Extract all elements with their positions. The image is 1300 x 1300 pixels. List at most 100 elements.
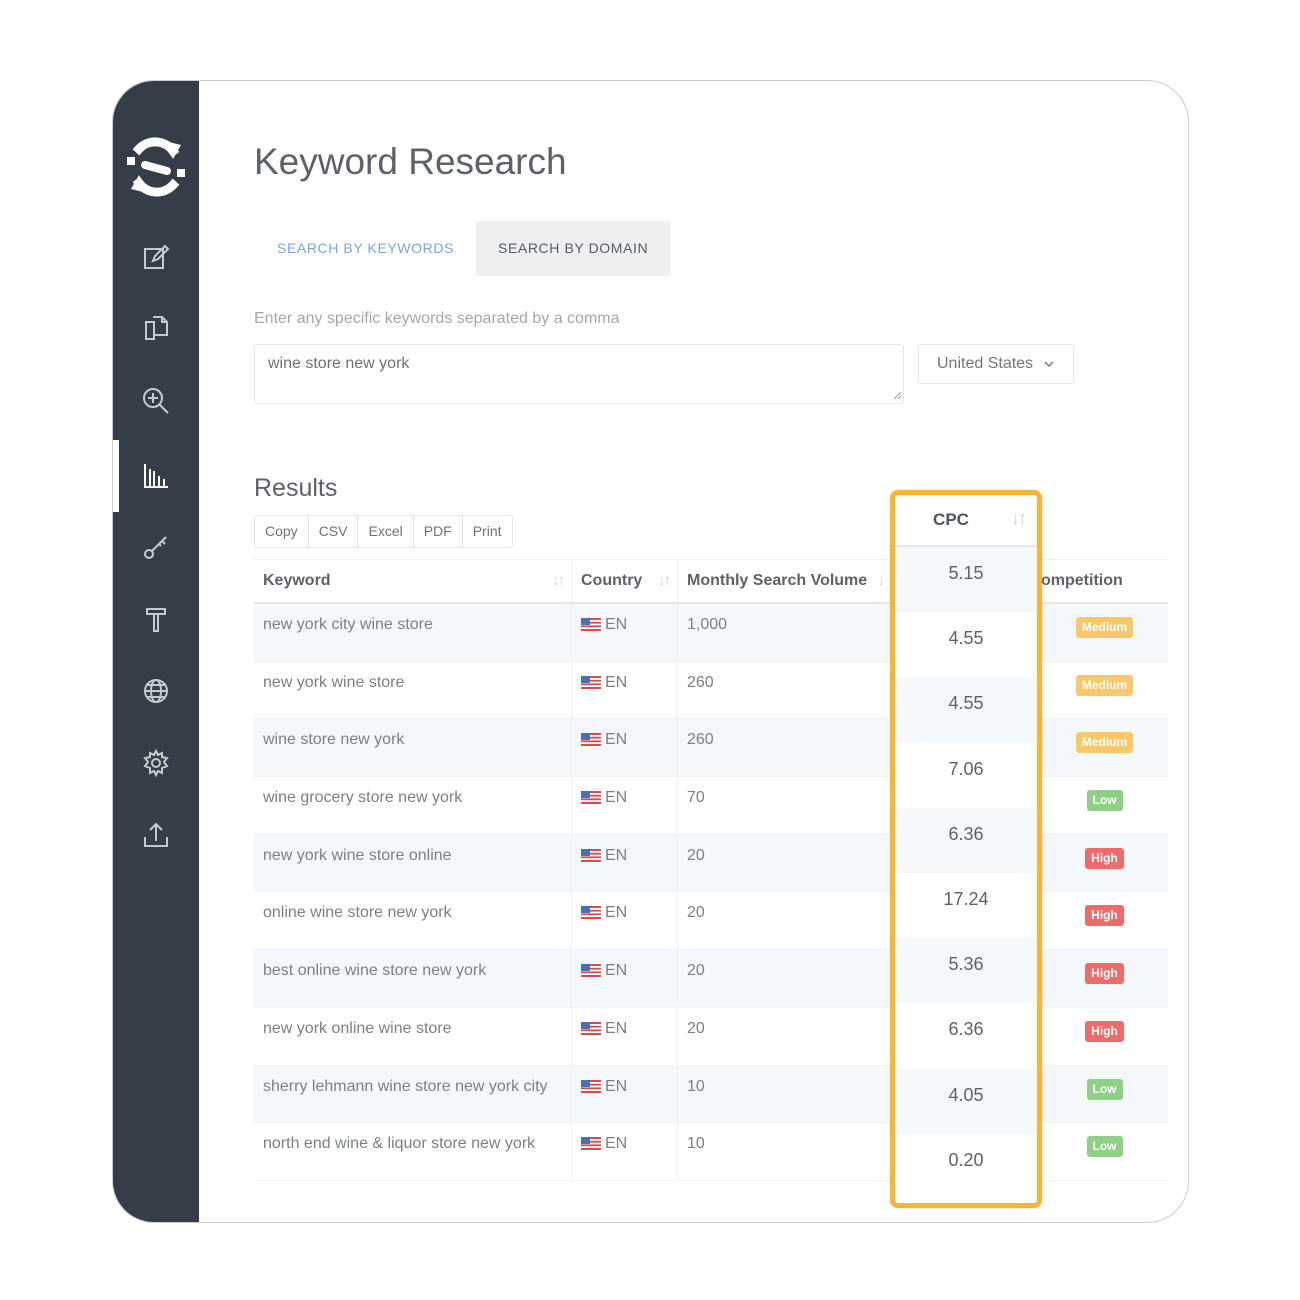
hammer-icon [146, 608, 166, 632]
competition-badge: Low [1086, 1136, 1123, 1158]
us-flag-icon [581, 1079, 601, 1093]
competition-cell: Low [1041, 777, 1168, 834]
app-window: Keyword Research SEARCH BY KEYWORDS SEAR… [112, 80, 1189, 1223]
cpc-value: 6.36 [895, 807, 1037, 873]
keyword-text: north end wine & liquor store new york [263, 1135, 536, 1153]
us-flag-icon [581, 1021, 601, 1035]
resize-grip-icon[interactable] [892, 390, 902, 400]
pdf-button[interactable]: PDF [414, 516, 463, 547]
country-select[interactable]: United States [918, 344, 1074, 384]
sidebar-item-keyword-research[interactable] [113, 440, 199, 512]
volume-cell: 1,000 [678, 604, 891, 661]
sidebar [113, 81, 199, 1222]
keyword-text: new york online wine store [263, 1019, 452, 1037]
keyword-text: new york wine store [263, 673, 405, 691]
volume-cell: 20 [678, 1008, 891, 1065]
us-flag-icon [581, 848, 601, 862]
sidebar-item-documents[interactable] [113, 298, 199, 358]
keyword-text: wine grocery store new york [263, 789, 463, 807]
sidebar-item-settings[interactable] [113, 733, 199, 793]
page-title: Keyword Research [254, 141, 567, 182]
keyword-text: sherry lehmann wine store new york city [263, 1077, 548, 1095]
chevron-down-icon [1044, 361, 1054, 368]
us-flag-icon [581, 1137, 601, 1151]
logo-icon[interactable] [125, 135, 187, 201]
sidebar-item-edit[interactable] [113, 227, 199, 287]
competition-cell: Medium [1041, 604, 1168, 661]
volume-cell: 260 [678, 719, 891, 776]
cpc-value: 0.20 [948, 1149, 984, 1170]
csv-button[interactable]: CSV [309, 516, 359, 547]
competition-badge: High [1085, 847, 1124, 869]
volume-value: 260 [687, 673, 714, 691]
keyword-text: wine store new york [263, 731, 405, 749]
sidebar-item-globe[interactable] [113, 661, 199, 721]
country-cell: EN [572, 719, 678, 777]
keyword-cell: north end wine & liquor store new york [254, 1123, 572, 1180]
country-select-value: United States [937, 355, 1034, 372]
column-header-keyword[interactable]: Keyword ↓↑ [254, 560, 572, 602]
language-code: EN [605, 673, 628, 691]
us-flag-icon [581, 675, 601, 689]
results-title: Results [254, 474, 338, 502]
column-header-country[interactable]: Country ↓↑ [572, 560, 678, 602]
us-flag-icon [581, 791, 601, 805]
volume-cell: 70 [678, 777, 891, 834]
us-flag-icon [581, 964, 601, 978]
column-header-competition[interactable]: ompetition [1041, 560, 1168, 602]
volume-cell: 20 [678, 835, 891, 892]
us-flag-icon [581, 733, 601, 747]
keyword-text: best online wine store new york [263, 962, 487, 980]
column-header-competition-label: ompetition [1041, 572, 1123, 589]
sort-icon: ↓↑ [658, 572, 671, 589]
export-button-group: Copy CSV Excel PDF Print [254, 515, 513, 548]
keywords-input[interactable]: wine store new york [254, 344, 904, 404]
column-header-volume[interactable]: Monthly Search Volume ↓ [678, 560, 891, 602]
column-header-cpc[interactable]: CPC ↓↑ [895, 495, 1037, 547]
excel-button[interactable]: Excel [358, 516, 414, 547]
country-cell: EN [572, 1065, 678, 1123]
cpc-value: 5.36 [895, 938, 1037, 1004]
sidebar-item-tools[interactable] [113, 589, 199, 649]
sidebar-item-search[interactable] [113, 371, 199, 431]
competition-badge: High [1085, 1020, 1124, 1042]
competition-cell: Low [1041, 1123, 1168, 1180]
cpc-value: 4.05 [895, 1068, 1037, 1134]
volume-value: 20 [687, 904, 705, 922]
tab-search-by-keywords[interactable]: SEARCH BY KEYWORDS [255, 221, 476, 276]
competition-cell: High [1041, 892, 1168, 949]
competition-cell: Medium [1041, 719, 1168, 776]
keyword-cell: wine store new york [254, 719, 572, 777]
upload-icon [144, 822, 168, 847]
language-code: EN [605, 616, 628, 633]
tab-search-by-domain[interactable]: SEARCH BY DOMAIN [476, 221, 671, 276]
volume-cell: 260 [678, 662, 891, 719]
competition-cell: Low [1041, 1066, 1168, 1123]
competition-cell: High [1041, 950, 1168, 1007]
country-cell: EN [572, 834, 678, 892]
volume-value: 1,000 [687, 616, 728, 633]
competition-badge: High [1085, 963, 1124, 985]
keyword-cell: new york wine store online [254, 834, 572, 892]
keyword-text: new york city wine store [263, 616, 433, 633]
keywords-hint: Enter any specific keywords separated by… [254, 310, 620, 327]
copy-button[interactable]: Copy [255, 516, 309, 547]
cpc-value: 7.06 [948, 758, 984, 779]
keyword-cell: wine grocery store new york [254, 777, 572, 834]
print-button[interactable]: Print [463, 516, 512, 547]
language-code: EN [605, 1019, 628, 1037]
us-flag-icon [581, 618, 601, 631]
sidebar-item-upload[interactable] [113, 805, 199, 865]
volume-value: 10 [687, 1077, 705, 1095]
cpc-value: 4.55 [948, 628, 984, 649]
volume-value: 20 [687, 1019, 705, 1037]
language-code: EN [605, 904, 628, 922]
sidebar-item-keys[interactable] [113, 517, 199, 577]
cpc-value: 17.24 [943, 889, 989, 909]
keyword-cell: online wine store new york [254, 892, 572, 950]
volume-cell: 10 [678, 1066, 891, 1123]
cpc-value: 5.15 [895, 547, 1037, 612]
competition-badge: Low [1086, 1078, 1123, 1100]
column-header-volume-label: Monthly Search Volume [687, 572, 868, 589]
country-cell: EN [572, 1123, 678, 1180]
